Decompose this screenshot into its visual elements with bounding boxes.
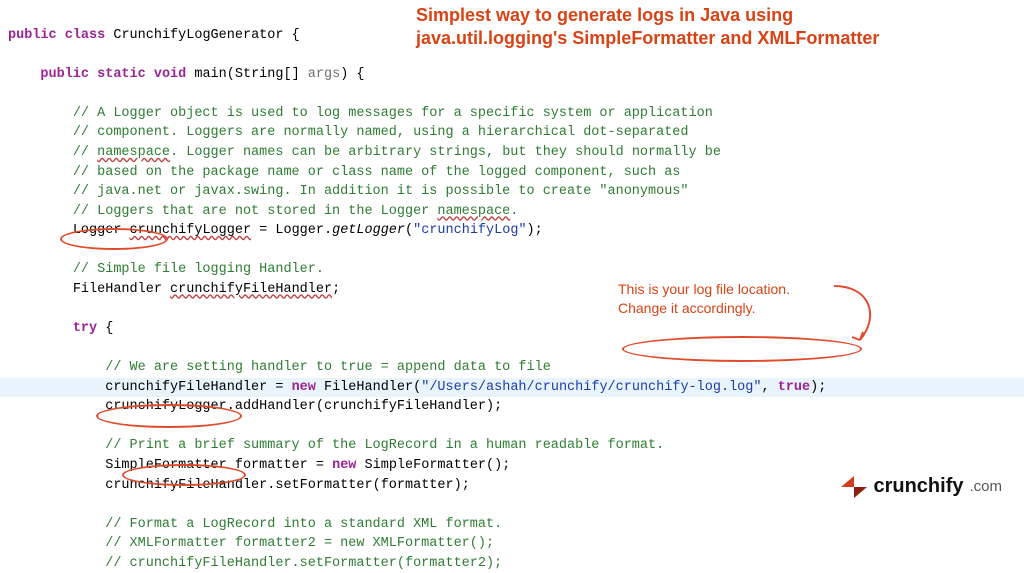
comment: // Simple file logging Handler. (73, 262, 324, 277)
param-type: String[] (235, 67, 300, 82)
comment: // java.net or javax.swing. In addition … (73, 184, 689, 199)
string-logpath: "/Users/ashah/crunchify/crunchify-log.lo… (421, 380, 761, 395)
annotation-title-line1: Simplest way to generate logs in Java us… (416, 4, 1020, 27)
spell-warn: namespace (97, 145, 170, 160)
class-name: CrunchifyLogGenerator (113, 28, 283, 43)
logo-text: crunchify (873, 472, 963, 501)
var-filehandler: crunchifyFileHandler (170, 282, 332, 297)
comment: // Format a LogRecord into a standard XM… (105, 517, 502, 532)
annotation-title-line2: java.util.logging's SimpleFormatter and … (416, 27, 1020, 50)
crunchify-logo: crunchify .com (841, 472, 1002, 501)
kw-static: static (97, 67, 146, 82)
comment: // namespace. Logger names can be arbitr… (73, 145, 721, 160)
kw-new2: new (332, 458, 356, 473)
annotation-title: Simplest way to generate logs in Java us… (416, 4, 1020, 51)
cls-logger: Logger (275, 223, 324, 238)
kw-try: try (73, 321, 97, 336)
ctor-simpleformatter: SimpleFormatter (365, 458, 487, 473)
kw-class: class (65, 28, 106, 43)
type-filehandler: FileHandler (73, 282, 162, 297)
comment: // We are setting handler to true = appe… (105, 360, 551, 375)
comment: // Print a brief summary of the LogRecor… (105, 438, 664, 453)
kw-public2: public (40, 67, 89, 82)
kw-public: public (8, 28, 57, 43)
comment: // XMLFormatter formatter2 = new XMLForm… (105, 536, 494, 551)
eq: = (251, 223, 275, 238)
call-setformatter: setFormatter (275, 478, 372, 493)
var-ref: crunchifyLogger (105, 399, 227, 414)
type-logger: Logger (73, 223, 122, 238)
type-simpleformatter: SimpleFormatter (105, 458, 227, 473)
var-ref: crunchifyFileHandler (105, 478, 267, 493)
comment: // crunchifyFileHandler.setFormatter(for… (105, 556, 502, 571)
comment: // A Logger object is used to log messag… (73, 106, 713, 121)
arg: formatter (381, 478, 454, 493)
logo-suffix: .com (969, 476, 1002, 498)
comment: // component. Loggers are normally named… (73, 125, 689, 140)
annotation-side: This is your log file location. Change i… (618, 280, 790, 318)
annotation-side-line2: Change it accordingly. (618, 299, 790, 318)
comment: // based on the package name or class na… (73, 165, 681, 180)
ctor-filehandler: FileHandler (324, 380, 413, 395)
comment: // Loggers that are not stored in the Lo… (73, 204, 519, 219)
bool-true: true (778, 380, 810, 395)
param-name: args (308, 67, 340, 82)
var-ref: crunchifyFileHandler (105, 380, 267, 395)
var-formatter: formatter (235, 458, 308, 473)
call-addhandler: addHandler (235, 399, 316, 414)
method-name: main (194, 67, 226, 82)
arg: crunchifyFileHandler (324, 399, 486, 414)
annotation-side-line1: This is your log file location. (618, 280, 790, 299)
logo-mark-icon (841, 476, 867, 498)
call-getlogger: getLogger (332, 223, 405, 238)
kw-new: new (292, 380, 316, 395)
kw-void: void (154, 67, 186, 82)
var-logger: crunchifyLogger (130, 223, 252, 238)
spell-warn: namespace (437, 204, 510, 219)
highlighted-line: crunchifyFileHandler = new FileHandler("… (0, 378, 1024, 398)
string-lit: "crunchifyLog" (413, 223, 526, 238)
